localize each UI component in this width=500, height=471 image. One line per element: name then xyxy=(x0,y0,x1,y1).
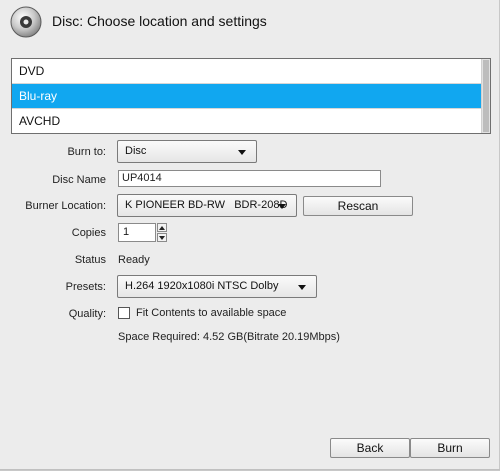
quality-label: Quality: xyxy=(68,308,106,320)
chevron-down-icon xyxy=(238,150,246,155)
space-required-text: Space Required: 4.52 GB(Bitrate 20.19Mbp… xyxy=(118,331,340,343)
back-button[interactable]: Back xyxy=(330,438,410,458)
disc-icon xyxy=(10,6,42,38)
burner-location-dropdown[interactable]: K PIONEER BD-RW BDR-208D xyxy=(117,194,297,217)
burn-button[interactable]: Burn xyxy=(410,438,490,458)
scrollbar-thumb[interactable] xyxy=(483,60,489,132)
dialog-title: Disc: Choose location and settings xyxy=(52,13,267,29)
burn-to-label: Burn to: xyxy=(67,146,106,158)
burner-location-value: K PIONEER BD-RW BDR-208D xyxy=(125,199,288,211)
stepper-up-button[interactable] xyxy=(157,223,167,232)
presets-label: Presets: xyxy=(65,281,106,293)
dialog-header: Disc: Choose location and settings xyxy=(0,0,500,46)
disc-format-list[interactable]: DVD Blu-ray AVCHD xyxy=(11,58,491,134)
bottom-border xyxy=(0,469,500,470)
list-item-avchd[interactable]: AVCHD xyxy=(12,109,482,133)
burn-to-dropdown[interactable]: Disc xyxy=(117,140,257,163)
list-item-dvd[interactable]: DVD xyxy=(12,59,482,83)
stepper-down-button[interactable] xyxy=(157,233,167,242)
list-item-blu-ray[interactable]: Blu-ray xyxy=(12,84,482,108)
presets-value: H.264 1920x1080i NTSC Dolby xyxy=(125,280,279,292)
copies-label: Copies xyxy=(71,227,106,239)
disc-settings-dialog: Disc: Choose location and settings DVD B… xyxy=(0,0,500,471)
chevron-down-icon xyxy=(278,204,286,209)
disc-name-field[interactable]: UP4014 xyxy=(118,170,381,187)
copies-stepper[interactable]: 1 xyxy=(118,223,168,242)
copies-input[interactable]: 1 xyxy=(118,223,156,242)
burner-location-label: Burner Location: xyxy=(25,200,106,212)
list-scrollbar[interactable] xyxy=(481,59,490,133)
arrow-up-icon xyxy=(159,226,165,230)
presets-dropdown[interactable]: H.264 1920x1080i NTSC Dolby xyxy=(117,275,317,298)
rescan-button[interactable]: Rescan xyxy=(303,196,413,216)
arrow-down-icon xyxy=(159,236,165,240)
burn-to-value: Disc xyxy=(125,145,147,157)
chevron-down-icon xyxy=(298,285,306,290)
disc-name-label: Disc Name xyxy=(52,174,106,186)
status-value: Ready xyxy=(118,254,150,266)
fit-contents-checkbox[interactable] xyxy=(118,307,130,319)
fit-contents-label[interactable]: Fit Contents to available space xyxy=(136,307,286,319)
status-label: Status xyxy=(74,254,106,266)
